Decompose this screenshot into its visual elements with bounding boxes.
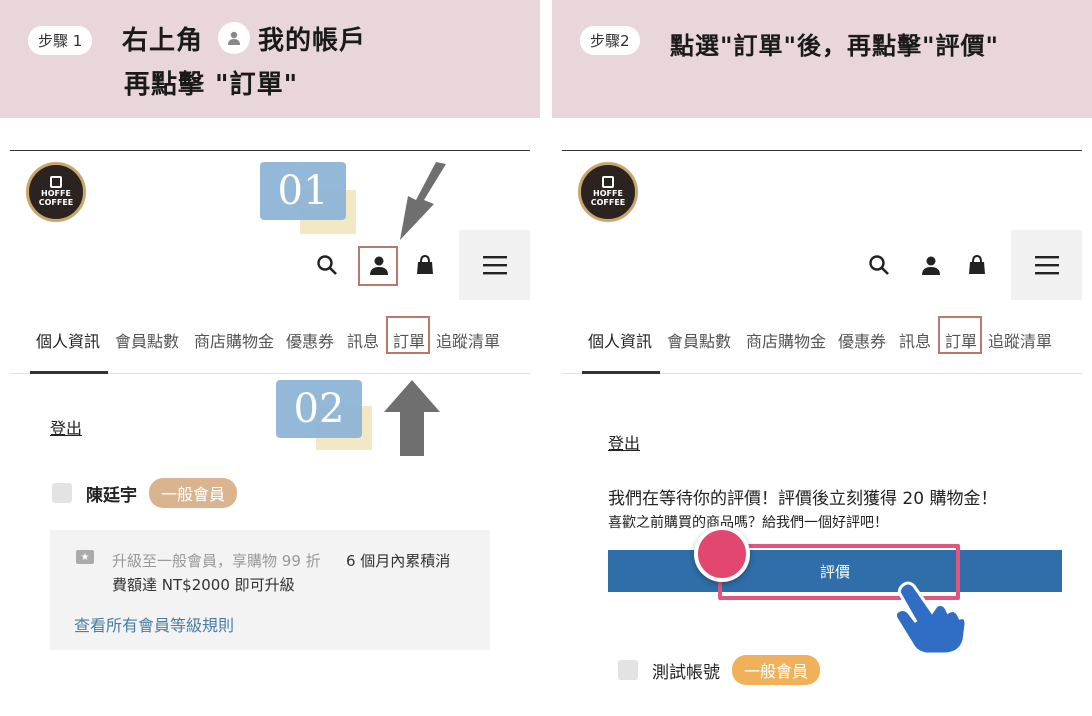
tab-points[interactable]: 會員點數 — [115, 328, 179, 352]
shopping-bag-icon[interactable] — [960, 248, 994, 282]
step1-banner: 步驟 1 右上角 我的帳戶 再點擊 "訂單" — [0, 0, 540, 118]
member-name: 測試帳號 — [652, 662, 720, 683]
upgrade-text-line2: 費額達 NT$2000 即可升級 — [112, 576, 295, 594]
left-screenshot: HOFFE COFFEE 01 個人資訊 會員點數 商店購物金 優惠券 訊息 訂… — [10, 150, 530, 716]
step2-banner: 步驟2 點選"訂單"後，再點擊"評價" — [552, 0, 1092, 118]
callout-01: 01 — [260, 162, 346, 220]
tab-wishlist[interactable]: 追蹤清單 — [436, 328, 500, 352]
tab-profile[interactable]: 個人資訊 — [36, 328, 100, 352]
shopping-bag-icon[interactable] — [408, 248, 442, 282]
star-ticket-icon: ★ — [76, 550, 94, 564]
tab-store-credit[interactable]: 商店購物金 — [194, 328, 274, 352]
member-rules-link[interactable]: 查看所有會員等級規則 — [74, 612, 234, 636]
upgrade-info-box: ★ 升級至一般會員，享購物 99 折 6 個月內累積消 費額達 NT$2000 … — [50, 530, 490, 650]
callout-02: 02 — [276, 380, 362, 438]
step2-title: 點選"訂單"後，再點擊"評價" — [670, 32, 1000, 60]
tap-indicator-dot — [694, 526, 750, 582]
member-name: 陳廷宇 — [86, 485, 137, 506]
divider — [562, 150, 1082, 151]
member-card-icon — [52, 483, 72, 503]
search-icon[interactable] — [310, 248, 344, 282]
member-tier-badge: 一般會員 — [732, 655, 821, 685]
account-tabs: 個人資訊 會員點數 商店購物金 優惠券 訊息 訂單 追蹤清單 — [562, 310, 1082, 374]
tab-profile[interactable]: 個人資訊 — [588, 328, 652, 352]
pointing-hand-icon — [894, 581, 968, 656]
member-tier-badge: 一般會員 — [149, 478, 238, 508]
tab-points[interactable]: 會員點數 — [667, 328, 731, 352]
tab-coupons[interactable]: 優惠券 — [286, 328, 334, 352]
account-tabs: 個人資訊 會員點數 商店購物金 優惠券 訊息 訂單 追蹤清單 — [10, 310, 530, 374]
tab-messages[interactable]: 訊息 — [899, 328, 931, 352]
step1-title-b: 我的帳戶 — [258, 26, 367, 56]
tab-wishlist[interactable]: 追蹤清單 — [988, 328, 1052, 352]
orders-highlight — [938, 316, 982, 354]
hexagon-icon — [602, 176, 614, 189]
upgrade-text-muted: 升級至一般會員，享購物 99 折 — [112, 552, 321, 570]
review-prompt-line1: 我們在等待你的評價！評價後立刻獲得 20 購物金！ — [608, 489, 998, 509]
account-icon[interactable] — [914, 248, 948, 282]
review-prompt-line2: 喜歡之前購買的商品嗎？給我們一個好評吧！ — [608, 515, 888, 531]
menu-button[interactable] — [1011, 230, 1082, 300]
logout-link[interactable]: 登出 — [50, 415, 82, 439]
hoffe-logo[interactable]: HOFFE COFFEE — [578, 162, 638, 222]
step1-pill: 步驟 1 — [28, 26, 93, 55]
account-highlight — [358, 246, 398, 286]
active-tab-indicator — [582, 371, 660, 374]
account-icon-inline — [218, 22, 250, 54]
logo-text-2: COFFEE — [38, 198, 74, 207]
menu-button[interactable] — [459, 230, 530, 300]
tab-messages[interactable]: 訊息 — [347, 328, 379, 352]
upgrade-text-tail: 6 個月內累積消 — [346, 552, 451, 570]
orders-highlight — [386, 316, 430, 354]
step1-title-a: 右上角 — [122, 26, 204, 56]
member-row: 陳廷宇 一般會員 — [52, 478, 238, 508]
active-tab-indicator — [30, 371, 108, 374]
logo-text-2: COFFEE — [590, 198, 626, 207]
hamburger-icon — [483, 256, 507, 275]
step2-pill: 步驟2 — [580, 26, 640, 55]
member-row: 測試帳號 一般會員 — [618, 655, 821, 685]
hamburger-icon — [1035, 256, 1059, 275]
right-screenshot: HOFFE COFFEE 個人資訊 會員點數 商店購物金 優惠券 訊息 訂單 追… — [562, 150, 1082, 716]
member-card-icon — [618, 660, 638, 680]
hoffe-logo[interactable]: HOFFE COFFEE — [26, 162, 86, 222]
arrow-down-left-icon — [400, 162, 446, 240]
search-icon[interactable] — [862, 248, 896, 282]
divider — [10, 150, 530, 151]
hexagon-icon — [50, 176, 62, 189]
tab-store-credit[interactable]: 商店購物金 — [746, 328, 826, 352]
arrow-up-icon — [384, 380, 440, 456]
step1-title-line2: 再點擊 "訂單" — [124, 70, 299, 100]
tab-coupons[interactable]: 優惠券 — [838, 328, 886, 352]
logout-link[interactable]: 登出 — [608, 430, 640, 454]
